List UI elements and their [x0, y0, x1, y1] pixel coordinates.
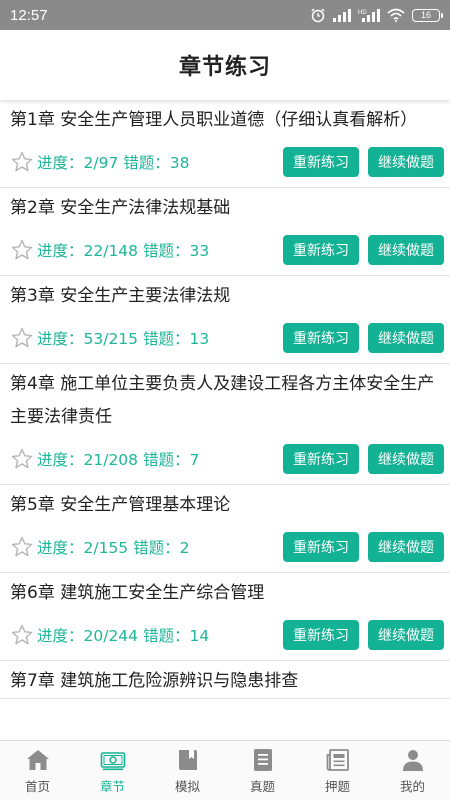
- document-icon: [253, 748, 272, 771]
- continue-button[interactable]: 继续做题: [368, 323, 444, 353]
- nav-label: 首页: [24, 778, 50, 794]
- status-time: 12:57: [10, 6, 48, 24]
- progress-text: 进度：21/208 错题：7: [37, 451, 200, 469]
- chapter-item[interactable]: 第6章 建筑施工安全生产综合管理 进度：20/244 错题：14 重新练习 继续…: [0, 573, 450, 661]
- nav-item-chapters[interactable]: 章节: [75, 741, 150, 800]
- chapter-item[interactable]: 第3章 安全生产主要法律法规 进度：53/215 错题：13 重新练习 继续做题: [0, 276, 450, 364]
- progress-text: 进度：53/215 错题：13: [37, 330, 210, 348]
- chapter-title[interactable]: 第1章 安全生产管理人员职业道德（仔细认真看解析）: [10, 104, 444, 137]
- restart-button[interactable]: 重新练习: [283, 323, 359, 353]
- book-icon: [178, 749, 197, 770]
- chapter-title[interactable]: 第5章 安全生产管理基本理论: [10, 489, 444, 522]
- restart-button[interactable]: 重新练习: [283, 444, 359, 474]
- nav-item-past-exams[interactable]: 真题: [225, 741, 300, 800]
- star-icon[interactable]: [10, 535, 34, 559]
- banknote-icon: [100, 751, 125, 770]
- progress-text: 进度：20/244 错题：14: [37, 627, 210, 645]
- chapter-title[interactable]: 第7章 建筑施工危险源辨识与隐患排查: [10, 665, 444, 698]
- chapter-title[interactable]: 第4章 施工单位主要负责人及建设工程各方主体安全生产主要法律责任: [10, 368, 444, 434]
- restart-button[interactable]: 重新练习: [283, 147, 359, 177]
- wifi-icon: [387, 8, 405, 22]
- star-icon[interactable]: [10, 623, 34, 647]
- newspaper-icon: [326, 748, 349, 771]
- continue-button[interactable]: 继续做题: [368, 532, 444, 562]
- chapter-title[interactable]: 第6章 建筑施工安全生产综合管理: [10, 577, 444, 610]
- nav-label: 真题: [249, 778, 275, 794]
- restart-button[interactable]: 重新练习: [283, 620, 359, 650]
- status-icons: HD 16: [310, 7, 443, 23]
- chapter-item[interactable]: 第1章 安全生产管理人员职业道德（仔细认真看解析） 进度：2/97 错题：38 …: [0, 100, 450, 188]
- alarm-icon: [311, 8, 325, 23]
- chapter-title[interactable]: 第3章 安全生产主要法律法规: [10, 280, 444, 313]
- chapter-stats-row: 进度：53/215 错题：13 重新练习 继续做题: [10, 313, 444, 363]
- star-icon[interactable]: [10, 238, 34, 262]
- header: 章节练习: [0, 30, 450, 100]
- chapter-item[interactable]: 第7章 建筑施工危险源辨识与隐患排查: [0, 661, 450, 699]
- nav-item-predict[interactable]: 押题: [300, 741, 375, 800]
- progress-text: 进度：22/148 错题：33: [37, 242, 210, 260]
- svg-text:HD: HD: [358, 10, 367, 16]
- restart-button[interactable]: 重新练习: [283, 532, 359, 562]
- chapter-title[interactable]: 第2章 安全生产法律法规基础: [10, 192, 444, 225]
- app: 12:57 HD 16 章节练习 第1章 安全生产管理人员职业道德（仔细认真看解…: [0, 0, 450, 800]
- chapter-stats-row: 进度：22/148 错题：33 重新练习 继续做题: [10, 225, 444, 275]
- star-icon[interactable]: [10, 326, 34, 350]
- user-icon: [402, 749, 423, 771]
- chapter-stats-row: 进度：20/244 错题：14 重新练习 继续做题: [10, 610, 444, 660]
- status-bar: 12:57 HD 16: [0, 0, 450, 30]
- bottom-nav: 首页 章节 模拟 真题 押题 我的: [0, 740, 450, 800]
- nav-label: 我的: [399, 778, 425, 794]
- nav-label: 章节: [99, 778, 125, 794]
- chapter-item[interactable]: 第2章 安全生产法律法规基础 进度：22/148 错题：33 重新练习 继续做题: [0, 188, 450, 276]
- progress-text: 进度：2/155 错题：2: [37, 539, 190, 557]
- nav-item-mock[interactable]: 模拟: [150, 741, 225, 800]
- restart-button[interactable]: 重新练习: [283, 235, 359, 265]
- continue-button[interactable]: 继续做题: [368, 147, 444, 177]
- chapter-list[interactable]: 第1章 安全生产管理人员职业道德（仔细认真看解析） 进度：2/97 错题：38 …: [0, 100, 450, 740]
- page-title: 章节练习: [178, 55, 271, 80]
- nav-label: 押题: [324, 778, 350, 794]
- chapter-item[interactable]: 第4章 施工单位主要负责人及建设工程各方主体安全生产主要法律责任 进度：21/2…: [0, 364, 450, 485]
- chapter-item[interactable]: 第5章 安全生产管理基本理论 进度：2/155 错题：2 重新练习 继续做题: [0, 485, 450, 573]
- signal-icon: [333, 9, 351, 22]
- chapter-stats-row: 进度：2/155 错题：2 重新练习 继续做题: [10, 522, 444, 572]
- chapter-stats-row: 进度：21/208 错题：7 重新练习 继续做题: [10, 434, 444, 484]
- home-icon: [26, 749, 49, 770]
- hd-signal-icon: HD: [358, 9, 380, 22]
- star-icon[interactable]: [10, 447, 34, 471]
- continue-button[interactable]: 继续做题: [368, 235, 444, 265]
- battery-icon: 16: [412, 8, 443, 22]
- nav-item-mine[interactable]: 我的: [375, 741, 450, 800]
- nav-label: 模拟: [174, 778, 200, 794]
- continue-button[interactable]: 继续做题: [368, 444, 444, 474]
- continue-button[interactable]: 继续做题: [368, 620, 444, 650]
- star-icon[interactable]: [10, 150, 34, 174]
- nav-item-home[interactable]: 首页: [0, 741, 75, 800]
- chapter-stats-row: 进度：2/97 错题：38 重新练习 继续做题: [10, 137, 444, 187]
- progress-text: 进度：2/97 错题：38: [37, 154, 190, 172]
